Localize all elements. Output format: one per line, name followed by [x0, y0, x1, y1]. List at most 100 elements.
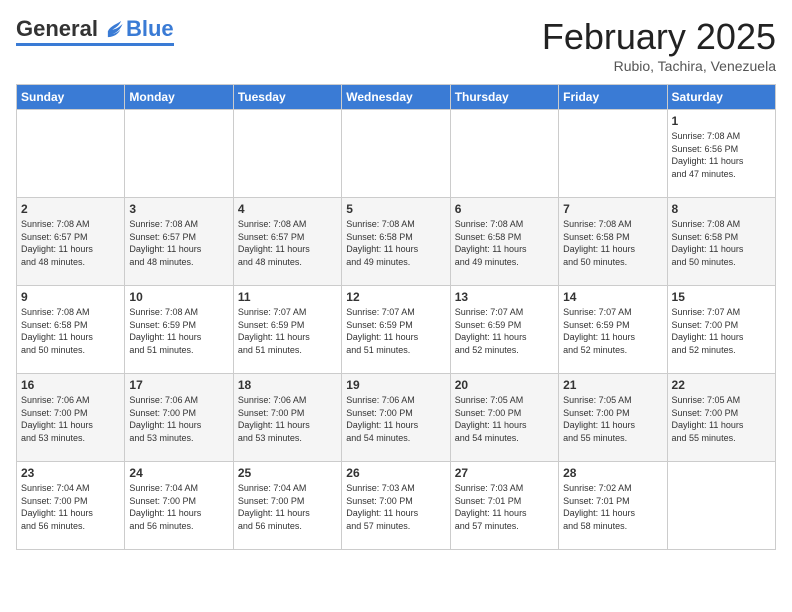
day-number: 13: [455, 290, 554, 304]
calendar-cell: [17, 110, 125, 198]
day-number: 26: [346, 466, 445, 480]
calendar-cell: 28 Sunrise: 7:02 AM Sunset: 7:01 PM Dayli…: [559, 462, 667, 550]
calendar-cell: 18Sunrise: 7:06 AM Sunset: 7:00 PM Dayli…: [233, 374, 341, 462]
calendar-cell: 13 Sunrise: 7:07 AM Sunset: 6:59 PM Dayli…: [450, 286, 558, 374]
calendar-cell: 19 Sunrise: 7:06 AM Sunset: 7:00 PM Dayli…: [342, 374, 450, 462]
calendar-cell: 10 Sunrise: 7:08 AM Sunset: 6:59 PM Dayli…: [125, 286, 233, 374]
day-info: Sunrise: 7:05 AM Sunset: 7:00 PM Dayligh…: [455, 394, 554, 444]
calendar-cell: 15 Sunrise: 7:07 AM Sunset: 7:00 PM Dayli…: [667, 286, 775, 374]
day-number: 2: [21, 202, 120, 216]
day-info: Sunrise: 7:08 AM Sunset: 6:59 PM Dayligh…: [129, 306, 228, 356]
calendar-cell: 7Sunrise: 7:08 AM Sunset: 6:58 PM Daylig…: [559, 198, 667, 286]
day-info: Sunrise: 7:07 AM Sunset: 7:00 PM Dayligh…: [672, 306, 771, 356]
calendar-cell: [233, 110, 341, 198]
day-number: 27: [455, 466, 554, 480]
day-number: 14: [563, 290, 662, 304]
day-number: 10: [129, 290, 228, 304]
calendar-header: SundayMondayTuesdayWednesdayThursdayFrid…: [17, 85, 776, 110]
day-info: Sunrise: 7:08 AM Sunset: 6:58 PM Dayligh…: [455, 218, 554, 268]
day-info: Sunrise: 7:02 AM Sunset: 7:01 PM Dayligh…: [563, 482, 662, 532]
day-info: Sunrise: 7:07 AM Sunset: 6:59 PM Dayligh…: [455, 306, 554, 356]
calendar-week-1: 1 Sunrise: 7:08 AM Sunset: 6:56 PM Daylig…: [17, 110, 776, 198]
calendar-cell: 22 Sunrise: 7:05 AM Sunset: 7:00 PM Dayli…: [667, 374, 775, 462]
day-number: 19: [346, 378, 445, 392]
calendar-cell: 24 Sunrise: 7:04 AM Sunset: 7:00 PM Dayli…: [125, 462, 233, 550]
calendar-cell: 14 Sunrise: 7:07 AM Sunset: 6:59 PM Dayli…: [559, 286, 667, 374]
day-info: Sunrise: 7:08 AM Sunset: 6:57 PM Dayligh…: [21, 218, 120, 268]
calendar-table: SundayMondayTuesdayWednesdayThursdayFrid…: [16, 84, 776, 550]
day-number: 6: [455, 202, 554, 216]
calendar-header-saturday: Saturday: [667, 85, 775, 110]
day-info: Sunrise: 7:05 AM Sunset: 7:00 PM Dayligh…: [672, 394, 771, 444]
day-info: Sunrise: 7:07 AM Sunset: 6:59 PM Dayligh…: [346, 306, 445, 356]
day-info: Sunrise: 7:06 AM Sunset: 7:00 PM Dayligh…: [346, 394, 445, 444]
day-number: 18: [238, 378, 337, 392]
logo-underline: [16, 43, 174, 46]
calendar-cell: 11 Sunrise: 7:07 AM Sunset: 6:59 PM Dayli…: [233, 286, 341, 374]
calendar-header-thursday: Thursday: [450, 85, 558, 110]
day-info: Sunrise: 7:08 AM Sunset: 6:56 PM Dayligh…: [672, 130, 771, 180]
day-info: Sunrise: 7:08 AM Sunset: 6:57 PM Dayligh…: [129, 218, 228, 268]
day-number: 4: [238, 202, 337, 216]
day-number: 24: [129, 466, 228, 480]
day-number: 9: [21, 290, 120, 304]
day-number: 1: [672, 114, 771, 128]
logo-general: General: [16, 16, 98, 42]
location: Rubio, Tachira, Venezuela: [542, 58, 776, 74]
day-info: Sunrise: 7:07 AM Sunset: 6:59 PM Dayligh…: [238, 306, 337, 356]
calendar-cell: 17 Sunrise: 7:06 AM Sunset: 7:00 PM Dayli…: [125, 374, 233, 462]
day-info: Sunrise: 7:03 AM Sunset: 7:00 PM Dayligh…: [346, 482, 445, 532]
day-number: 12: [346, 290, 445, 304]
calendar-cell: 23 Sunrise: 7:04 AM Sunset: 7:00 PM Dayli…: [17, 462, 125, 550]
logo: General Blue: [16, 16, 174, 46]
day-info: Sunrise: 7:05 AM Sunset: 7:00 PM Dayligh…: [563, 394, 662, 444]
day-info: Sunrise: 7:03 AM Sunset: 7:01 PM Dayligh…: [455, 482, 554, 532]
calendar-cell: 3 Sunrise: 7:08 AM Sunset: 6:57 PM Daylig…: [125, 198, 233, 286]
day-number: 25: [238, 466, 337, 480]
calendar-cell: 20 Sunrise: 7:05 AM Sunset: 7:00 PM Dayli…: [450, 374, 558, 462]
calendar-cell: [450, 110, 558, 198]
day-info: Sunrise: 7:08 AM Sunset: 6:58 PM Dayligh…: [21, 306, 120, 356]
day-number: 28: [563, 466, 662, 480]
calendar-cell: 4Sunrise: 7:08 AM Sunset: 6:57 PM Daylig…: [233, 198, 341, 286]
day-info: Sunrise: 7:07 AM Sunset: 6:59 PM Dayligh…: [563, 306, 662, 356]
calendar-week-2: 2 Sunrise: 7:08 AM Sunset: 6:57 PM Daylig…: [17, 198, 776, 286]
calendar-cell: 27 Sunrise: 7:03 AM Sunset: 7:01 PM Dayli…: [450, 462, 558, 550]
day-info: Sunrise: 7:04 AM Sunset: 7:00 PM Dayligh…: [129, 482, 228, 532]
calendar-cell: 8 Sunrise: 7:08 AM Sunset: 6:58 PM Daylig…: [667, 198, 775, 286]
calendar-week-3: 9 Sunrise: 7:08 AM Sunset: 6:58 PM Daylig…: [17, 286, 776, 374]
day-number: 5: [346, 202, 445, 216]
calendar-cell: 21 Sunrise: 7:05 AM Sunset: 7:00 PM Dayli…: [559, 374, 667, 462]
calendar-header-wednesday: Wednesday: [342, 85, 450, 110]
calendar-header-friday: Friday: [559, 85, 667, 110]
calendar-cell: 5 Sunrise: 7:08 AM Sunset: 6:58 PM Daylig…: [342, 198, 450, 286]
day-number: 15: [672, 290, 771, 304]
calendar-week-5: 23 Sunrise: 7:04 AM Sunset: 7:00 PM Dayli…: [17, 462, 776, 550]
calendar-header-tuesday: Tuesday: [233, 85, 341, 110]
day-number: 16: [21, 378, 120, 392]
calendar-cell: 2 Sunrise: 7:08 AM Sunset: 6:57 PM Daylig…: [17, 198, 125, 286]
calendar-header-sunday: Sunday: [17, 85, 125, 110]
calendar-cell: 26 Sunrise: 7:03 AM Sunset: 7:00 PM Dayli…: [342, 462, 450, 550]
month-title: February 2025: [542, 16, 776, 58]
day-info: Sunrise: 7:06 AM Sunset: 7:00 PM Dayligh…: [129, 394, 228, 444]
day-number: 22: [672, 378, 771, 392]
day-number: 3: [129, 202, 228, 216]
day-number: 8: [672, 202, 771, 216]
day-info: Sunrise: 7:08 AM Sunset: 6:58 PM Dayligh…: [346, 218, 445, 268]
calendar-week-4: 16 Sunrise: 7:06 AM Sunset: 7:00 PM Dayli…: [17, 374, 776, 462]
page-header: General Blue February 2025 Rubio, Tachir…: [16, 16, 776, 74]
day-number: 11: [238, 290, 337, 304]
day-number: 20: [455, 378, 554, 392]
calendar-cell: 6 Sunrise: 7:08 AM Sunset: 6:58 PM Daylig…: [450, 198, 558, 286]
day-number: 21: [563, 378, 662, 392]
calendar-cell: [667, 462, 775, 550]
calendar-cell: [559, 110, 667, 198]
day-number: 17: [129, 378, 228, 392]
day-info: Sunrise: 7:08 AM Sunset: 6:58 PM Dayligh…: [672, 218, 771, 268]
calendar-cell: 25Sunrise: 7:04 AM Sunset: 7:00 PM Dayli…: [233, 462, 341, 550]
day-number: 23: [21, 466, 120, 480]
logo-bird-icon: [102, 18, 124, 40]
calendar-cell: 12 Sunrise: 7:07 AM Sunset: 6:59 PM Dayli…: [342, 286, 450, 374]
day-info: Sunrise: 7:04 AM Sunset: 7:00 PM Dayligh…: [21, 482, 120, 532]
